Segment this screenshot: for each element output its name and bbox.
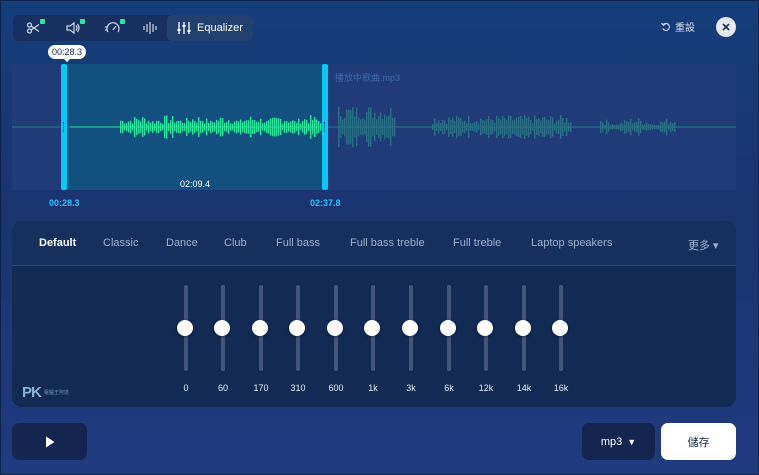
active-indicator-dot xyxy=(80,19,85,24)
watermark-text: PK xyxy=(22,384,42,401)
selection-start-handle[interactable] xyxy=(61,64,67,190)
volume-icon xyxy=(66,21,80,35)
trim-tool-button[interactable] xyxy=(13,15,53,41)
eq-slider-6k[interactable] xyxy=(440,285,456,371)
handle-grip xyxy=(324,122,326,132)
reset-button[interactable]: 重設 xyxy=(661,19,695,34)
start-time-bubble: 00:28.3 xyxy=(48,45,86,62)
eq-slider-knob[interactable] xyxy=(477,320,493,336)
close-button[interactable] xyxy=(716,17,736,37)
equalizer-tool-label: Equalizer xyxy=(197,22,243,34)
format-label: mp3 xyxy=(600,435,623,448)
preset-full-treble[interactable]: Full treble xyxy=(453,237,501,249)
eq-slider-14k[interactable] xyxy=(515,285,531,371)
eq-slider-knob[interactable] xyxy=(214,320,230,336)
selection-end-handle[interactable] xyxy=(322,64,328,190)
eq-slider-knob[interactable] xyxy=(552,320,568,336)
equalizer-panel: Default Classic Dance Club Full bass Ful… xyxy=(12,221,736,407)
selection-duration: 02:09.4 xyxy=(180,179,211,189)
preset-full-bass-treble[interactable]: Full bass treble xyxy=(350,237,425,249)
save-button[interactable]: 儲存 xyxy=(661,423,736,460)
end-time-label: 02:37.8 xyxy=(310,198,341,208)
preset-full-bass[interactable]: Full bass xyxy=(276,237,320,249)
eq-band-label: 60 xyxy=(217,383,228,393)
handle-grip xyxy=(63,122,65,132)
waveform-tool-button[interactable] xyxy=(133,15,167,41)
eq-band-label: 12k xyxy=(478,383,494,393)
eq-slider-knob[interactable] xyxy=(252,320,268,336)
toolbar: Equalizer xyxy=(13,15,253,41)
watermark-subtext: 電腦王阿達 xyxy=(43,390,69,396)
preset-laptop-speakers[interactable]: Laptop speakers xyxy=(531,237,612,249)
eq-band-label: 16k xyxy=(553,383,569,393)
equalizer-icon xyxy=(177,22,191,34)
eq-band-label: 14k xyxy=(516,383,532,393)
play-icon xyxy=(45,436,54,447)
watermark-logo: PK 電腦王阿達 xyxy=(22,384,69,401)
active-indicator-dot xyxy=(40,19,45,24)
eq-band-label: 6k xyxy=(444,383,454,393)
play-button[interactable] xyxy=(12,423,87,460)
volume-tool-button[interactable] xyxy=(53,15,93,41)
eq-band-label: 310 xyxy=(290,383,306,393)
eq-slider-0[interactable] xyxy=(177,285,193,371)
preset-dance[interactable]: Dance xyxy=(166,237,198,249)
eq-slider-knob[interactable] xyxy=(327,320,343,336)
eq-band-label: 600 xyxy=(328,383,344,393)
eq-band-label: 1k xyxy=(368,383,378,393)
eq-slider-170[interactable] xyxy=(252,285,268,371)
close-icon xyxy=(722,23,730,31)
equalizer-tool-button[interactable]: Equalizer xyxy=(167,15,253,41)
undo-icon xyxy=(661,22,670,31)
eq-slider-1k[interactable] xyxy=(364,285,380,371)
preset-bar: Default Classic Dance Club Full bass Ful… xyxy=(12,221,736,266)
eq-slider-knob[interactable] xyxy=(364,320,380,336)
preset-club[interactable]: Club xyxy=(224,237,247,249)
waveform-icon xyxy=(143,22,157,34)
reset-label: 重設 xyxy=(675,23,695,34)
more-presets-dropdown[interactable]: 更多 ▾ xyxy=(688,237,719,253)
eq-band-label: 170 xyxy=(253,383,269,393)
format-dropdown[interactable]: mp3 ▼ xyxy=(582,423,655,460)
preset-classic[interactable]: Classic xyxy=(103,237,138,249)
eq-slider-knob[interactable] xyxy=(440,320,456,336)
eq-slider-knob[interactable] xyxy=(289,320,305,336)
preset-default[interactable]: Default xyxy=(39,237,76,249)
eq-slider-12k[interactable] xyxy=(477,285,493,371)
file-name-label: 播放中歌曲.mp3 xyxy=(335,73,401,83)
eq-slider-knob[interactable] xyxy=(515,320,531,336)
eq-band-label: 3k xyxy=(406,383,416,393)
speed-icon xyxy=(105,22,120,33)
eq-band-label: 0 xyxy=(183,383,189,393)
eq-slider-knob[interactable] xyxy=(402,320,418,336)
eq-slider-knob[interactable] xyxy=(177,320,193,336)
start-time-label: 00:28.3 xyxy=(49,198,80,208)
eq-slider-3k[interactable] xyxy=(402,285,418,371)
scissors-icon xyxy=(26,22,40,34)
chevron-down-icon: ▼ xyxy=(627,436,637,447)
eq-slider-60[interactable] xyxy=(214,285,230,371)
eq-slider-310[interactable] xyxy=(289,285,305,371)
eq-slider-16k[interactable] xyxy=(552,285,568,371)
speed-tool-button[interactable] xyxy=(93,15,133,41)
active-indicator-dot xyxy=(120,19,125,24)
eq-slider-600[interactable] xyxy=(327,285,343,371)
